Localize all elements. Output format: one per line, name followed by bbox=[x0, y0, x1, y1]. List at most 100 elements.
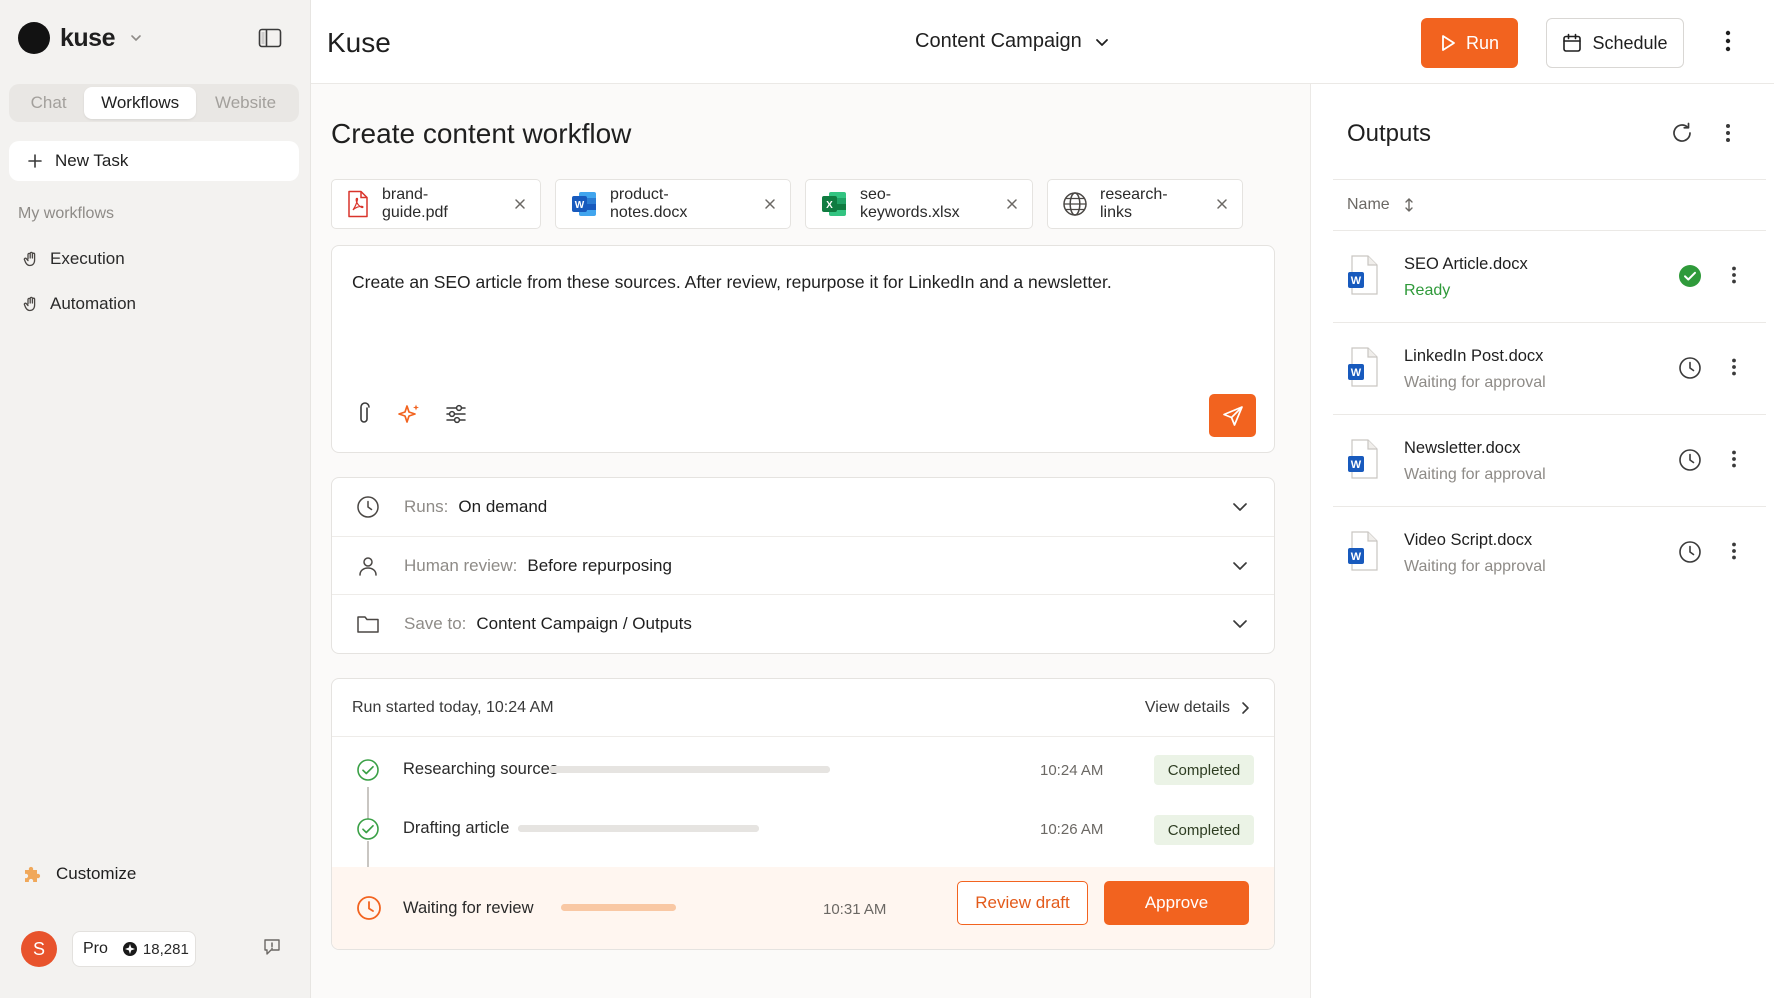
svg-text:W: W bbox=[1351, 275, 1362, 287]
sort-icon bbox=[1404, 197, 1414, 213]
remove-icon[interactable] bbox=[514, 198, 526, 210]
more-vertical-icon[interactable] bbox=[1731, 450, 1737, 468]
output-row[interactable]: W Newsletter.docx Waiting for approval bbox=[1333, 415, 1766, 507]
refresh-icon[interactable] bbox=[1670, 121, 1694, 145]
chevron-down-icon bbox=[1232, 617, 1248, 631]
attachment-name: product-notes.docx bbox=[610, 186, 688, 221]
step-time: 10:31 AM bbox=[823, 901, 887, 918]
tab-chat[interactable]: Chat bbox=[13, 87, 84, 119]
step-name: Drafting article bbox=[403, 819, 510, 837]
setting-runs[interactable]: Runs: On demand bbox=[332, 478, 1274, 536]
step-progress-fill bbox=[518, 825, 759, 832]
excel-icon: X bbox=[820, 190, 848, 218]
approve-button[interactable]: Approve bbox=[1104, 881, 1249, 925]
customize-button[interactable]: Customize bbox=[22, 863, 136, 885]
page-title: Create content workflow bbox=[331, 118, 632, 149]
run-header: Run started today, 10:24 AM View details bbox=[332, 679, 1274, 737]
step-progress-fill bbox=[561, 904, 676, 911]
plan-chip[interactable]: Pro 18,281 bbox=[72, 931, 196, 967]
remove-icon[interactable] bbox=[1006, 198, 1018, 210]
more-vertical-icon[interactable] bbox=[1731, 358, 1737, 376]
feedback-icon[interactable] bbox=[262, 937, 282, 957]
new-task-button[interactable]: New Task bbox=[9, 141, 299, 181]
folder-icon bbox=[356, 613, 380, 635]
setting-value: On demand bbox=[458, 497, 548, 516]
schedule-button[interactable]: Schedule bbox=[1546, 18, 1684, 68]
run-started-text: Run started today, 10:24 AM bbox=[352, 699, 554, 716]
review-draft-button[interactable]: Review draft bbox=[957, 881, 1088, 925]
chevron-right-icon bbox=[1240, 701, 1250, 715]
top-bar: Kuse Content Campaign Run Schedule bbox=[311, 0, 1774, 84]
step-progress-fill bbox=[549, 766, 830, 773]
app-title: Kuse bbox=[327, 27, 391, 58]
sidebar-item-automation[interactable]: Automation bbox=[22, 294, 136, 314]
check-circle-icon bbox=[356, 817, 380, 841]
play-icon bbox=[1440, 34, 1456, 52]
setting-save-to[interactable]: Save to: Content Campaign / Outputs bbox=[332, 594, 1274, 652]
output-row[interactable]: W Video Script.docx Waiting for approval bbox=[1333, 507, 1766, 599]
run-step: Researching sources 10:24 AM Completed bbox=[332, 737, 1274, 803]
remove-icon[interactable] bbox=[1216, 198, 1228, 210]
run-button[interactable]: Run bbox=[1421, 18, 1518, 68]
setting-label: Human review: bbox=[404, 555, 518, 575]
section-label-my-workflows: My workflows bbox=[18, 205, 115, 222]
more-vertical-icon[interactable] bbox=[1725, 30, 1731, 52]
word-doc-icon: W bbox=[1347, 439, 1379, 479]
output-status: Waiting for approval bbox=[1404, 466, 1546, 483]
avatar[interactable]: S bbox=[21, 931, 57, 967]
word-doc-icon: W bbox=[1347, 255, 1379, 295]
output-name: Newsletter.docx bbox=[1404, 439, 1521, 457]
more-vertical-icon[interactable] bbox=[1731, 542, 1737, 560]
more-vertical-icon[interactable] bbox=[1725, 123, 1731, 143]
step-progress-bar bbox=[549, 766, 830, 773]
credits-icon bbox=[122, 941, 138, 957]
more-vertical-icon[interactable] bbox=[1731, 266, 1737, 284]
attachment-name: seo-keywords.xlsx bbox=[860, 186, 960, 221]
remove-icon[interactable] bbox=[764, 198, 776, 210]
setting-label: Runs: bbox=[404, 497, 449, 516]
status-badge: Completed bbox=[1154, 815, 1254, 845]
view-details-label: View details bbox=[1144, 699, 1230, 716]
attachment-chip[interactable]: brand-guide.pdf bbox=[331, 179, 541, 229]
run-step: Drafting article 10:26 AM Completed bbox=[332, 803, 1274, 859]
credits-value: 18,281 bbox=[142, 940, 189, 958]
clock-icon bbox=[1678, 448, 1702, 472]
setting-human-review[interactable]: Human review: Before repurposing bbox=[332, 536, 1274, 594]
output-status: Waiting for approval bbox=[1404, 374, 1546, 391]
output-row[interactable]: W SEO Article.docx Ready bbox=[1333, 231, 1766, 323]
attachment-chip[interactable]: X seo-keywords.xlsx bbox=[805, 179, 1033, 229]
globe-icon bbox=[1062, 191, 1088, 217]
send-button[interactable] bbox=[1209, 394, 1256, 437]
attachment-chip[interactable]: research-links bbox=[1047, 179, 1243, 229]
sidebar-item-execution[interactable]: Execution bbox=[22, 249, 125, 269]
calendar-icon bbox=[1562, 33, 1582, 53]
check-circle-filled-icon bbox=[1678, 264, 1702, 288]
mode-tabs: Chat Workflows Website bbox=[9, 84, 299, 122]
credits-count: 18,281 bbox=[122, 941, 189, 958]
brand-switcher[interactable]: kuse bbox=[18, 22, 143, 54]
prompt-input[interactable]: Create an SEO article from these sources… bbox=[331, 245, 1275, 453]
output-row[interactable]: W LinkedIn Post.docx Waiting for approva… bbox=[1333, 323, 1766, 415]
pdf-icon bbox=[346, 190, 370, 218]
svg-text:W: W bbox=[1351, 551, 1362, 563]
person-icon bbox=[356, 554, 380, 578]
step-time: 10:26 AM bbox=[1040, 821, 1104, 838]
tab-workflows[interactable]: Workflows bbox=[84, 87, 197, 119]
sparkle-icon[interactable] bbox=[396, 402, 422, 428]
plus-icon bbox=[27, 153, 43, 169]
prompt-text[interactable]: Create an SEO article from these sources… bbox=[352, 272, 1112, 293]
word-icon: W bbox=[570, 190, 598, 218]
output-status: Ready bbox=[1404, 282, 1451, 299]
sidebar-toggle-icon[interactable] bbox=[258, 28, 284, 50]
workflow-settings: Runs: On demand Human review: Before rep… bbox=[331, 477, 1275, 654]
view-details-link[interactable]: View details bbox=[1145, 699, 1250, 717]
column-header-name[interactable]: Name bbox=[1333, 179, 1766, 231]
attachment-chip[interactable]: W product-notes.docx bbox=[555, 179, 791, 229]
tab-website[interactable]: Website bbox=[196, 87, 295, 119]
brand-logo bbox=[18, 22, 50, 54]
word-doc-icon: W bbox=[1347, 531, 1379, 571]
paperclip-icon[interactable] bbox=[354, 402, 374, 428]
campaign-dropdown[interactable]: Content Campaign bbox=[915, 30, 1110, 53]
sliders-icon[interactable] bbox=[444, 402, 468, 428]
svg-text:W: W bbox=[575, 200, 585, 211]
